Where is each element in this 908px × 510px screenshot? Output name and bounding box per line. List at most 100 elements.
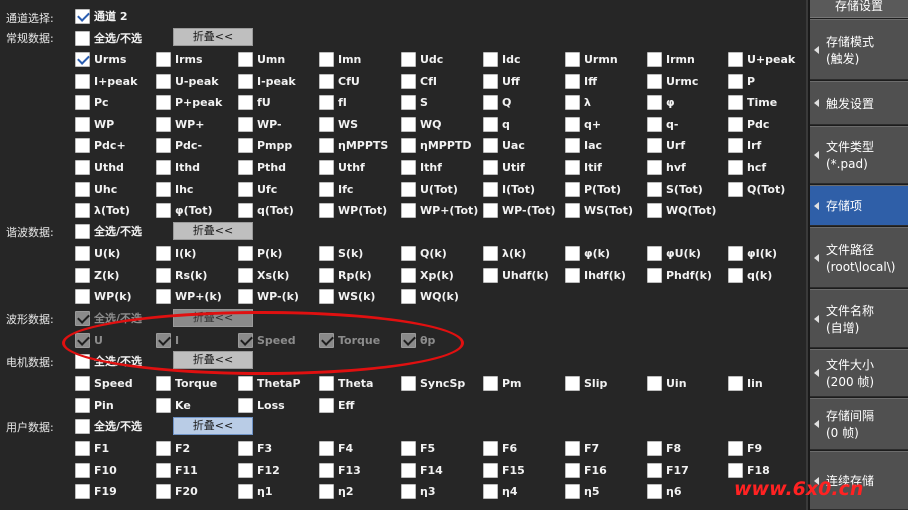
user-item-checkbox[interactable] (319, 441, 334, 456)
general-item-checkbox[interactable] (75, 182, 90, 197)
sidebar-item-3[interactable]: 存储项 (810, 185, 908, 226)
general-item-checkbox[interactable] (319, 138, 334, 153)
general-item-checkbox[interactable] (401, 182, 416, 197)
sidebar-item-0[interactable]: 存储模式 (触发) (810, 19, 908, 80)
select-all-waveform-checkbox[interactable] (75, 311, 90, 326)
general-item-checkbox[interactable] (647, 52, 662, 67)
motor-item-checkbox[interactable] (238, 376, 253, 391)
general-item-checkbox[interactable] (728, 160, 743, 175)
harmonic-item-checkbox[interactable] (565, 246, 580, 261)
general-item-checkbox[interactable] (156, 160, 171, 175)
general-item-checkbox[interactable] (401, 95, 416, 110)
user-item-checkbox[interactable] (238, 441, 253, 456)
user-item-checkbox[interactable] (647, 463, 662, 478)
sidebar-item-7[interactable]: 存储间隔 (0 帧) (810, 398, 908, 450)
general-item-checkbox[interactable] (728, 182, 743, 197)
general-item-checkbox[interactable] (483, 182, 498, 197)
general-item-checkbox[interactable] (319, 74, 334, 89)
fold-general-button[interactable]: 折叠<< (173, 28, 253, 46)
harmonic-item-checkbox[interactable] (319, 268, 334, 283)
general-item-checkbox[interactable] (319, 203, 334, 218)
general-item-checkbox[interactable] (319, 95, 334, 110)
general-item-checkbox[interactable] (75, 74, 90, 89)
motor-item-checkbox[interactable] (75, 398, 90, 413)
general-item-checkbox[interactable] (483, 203, 498, 218)
sidebar-item-2[interactable]: 文件类型 (*.pad) (810, 126, 908, 184)
general-item-checkbox[interactable] (728, 138, 743, 153)
harmonic-item-checkbox[interactable] (401, 289, 416, 304)
general-item-checkbox[interactable] (75, 117, 90, 132)
general-item-checkbox[interactable] (401, 160, 416, 175)
motor-item-checkbox[interactable] (565, 376, 580, 391)
general-item-checkbox[interactable] (401, 203, 416, 218)
general-item-checkbox[interactable] (75, 138, 90, 153)
general-item-checkbox[interactable] (483, 160, 498, 175)
user-item-checkbox[interactable] (238, 463, 253, 478)
user-item-checkbox[interactable] (565, 484, 580, 499)
harmonic-item-checkbox[interactable] (319, 289, 334, 304)
sidebar-item-1[interactable]: 触发设置 (810, 81, 908, 125)
user-item-checkbox[interactable] (319, 463, 334, 478)
general-item-checkbox[interactable] (483, 138, 498, 153)
general-item-checkbox[interactable] (647, 160, 662, 175)
general-item-checkbox[interactable] (647, 203, 662, 218)
general-item-checkbox[interactable] (75, 95, 90, 110)
sidebar-item-5[interactable]: 文件名称 (自增) (810, 289, 908, 348)
general-item-checkbox[interactable] (401, 74, 416, 89)
motor-item-checkbox[interactable] (483, 376, 498, 391)
motor-item-checkbox[interactable] (647, 376, 662, 391)
general-item-checkbox[interactable] (319, 160, 334, 175)
general-item-checkbox[interactable] (483, 117, 498, 132)
general-item-checkbox[interactable] (728, 95, 743, 110)
general-item-checkbox[interactable] (75, 52, 90, 67)
general-item-checkbox[interactable] (565, 74, 580, 89)
general-item-checkbox[interactable] (319, 52, 334, 67)
select-all-user-checkbox[interactable] (75, 419, 90, 434)
general-item-checkbox[interactable] (238, 52, 253, 67)
harmonic-item-checkbox[interactable] (156, 246, 171, 261)
general-item-checkbox[interactable] (75, 203, 90, 218)
harmonic-item-checkbox[interactable] (75, 268, 90, 283)
harmonic-item-checkbox[interactable] (728, 246, 743, 261)
sidebar-item-4[interactable]: 文件路径 (root\local\) (810, 227, 908, 288)
channel-2-checkbox[interactable] (75, 9, 90, 24)
general-item-checkbox[interactable] (319, 117, 334, 132)
user-item-checkbox[interactable] (75, 441, 90, 456)
motor-item-checkbox[interactable] (728, 376, 743, 391)
user-item-checkbox[interactable] (156, 463, 171, 478)
general-item-checkbox[interactable] (728, 117, 743, 132)
harmonic-item-checkbox[interactable] (75, 289, 90, 304)
harmonic-item-checkbox[interactable] (156, 289, 171, 304)
user-item-checkbox[interactable] (156, 484, 171, 499)
harmonic-item-checkbox[interactable] (401, 246, 416, 261)
motor-item-checkbox[interactable] (401, 376, 416, 391)
general-item-checkbox[interactable] (238, 160, 253, 175)
fold-harmonic-button[interactable]: 折叠<< (173, 222, 253, 240)
harmonic-item-checkbox[interactable] (319, 246, 334, 261)
fold-user-button[interactable]: 折叠<< (173, 417, 253, 435)
user-item-checkbox[interactable] (647, 484, 662, 499)
general-item-checkbox[interactable] (156, 117, 171, 132)
general-item-checkbox[interactable] (565, 95, 580, 110)
user-item-checkbox[interactable] (401, 463, 416, 478)
motor-item-checkbox[interactable] (156, 376, 171, 391)
harmonic-item-checkbox[interactable] (483, 246, 498, 261)
general-item-checkbox[interactable] (483, 74, 498, 89)
harmonic-item-checkbox[interactable] (565, 268, 580, 283)
general-item-checkbox[interactable] (401, 117, 416, 132)
general-item-checkbox[interactable] (647, 95, 662, 110)
general-item-checkbox[interactable] (156, 203, 171, 218)
general-item-checkbox[interactable] (238, 138, 253, 153)
general-item-checkbox[interactable] (238, 182, 253, 197)
user-item-checkbox[interactable] (728, 463, 743, 478)
motor-item-checkbox[interactable] (319, 398, 334, 413)
motor-item-checkbox[interactable] (75, 376, 90, 391)
user-item-checkbox[interactable] (483, 484, 498, 499)
general-item-checkbox[interactable] (565, 182, 580, 197)
user-item-checkbox[interactable] (565, 463, 580, 478)
user-item-checkbox[interactable] (319, 484, 334, 499)
user-item-checkbox[interactable] (728, 441, 743, 456)
harmonic-item-checkbox[interactable] (647, 268, 662, 283)
harmonic-item-checkbox[interactable] (401, 268, 416, 283)
user-item-checkbox[interactable] (647, 441, 662, 456)
